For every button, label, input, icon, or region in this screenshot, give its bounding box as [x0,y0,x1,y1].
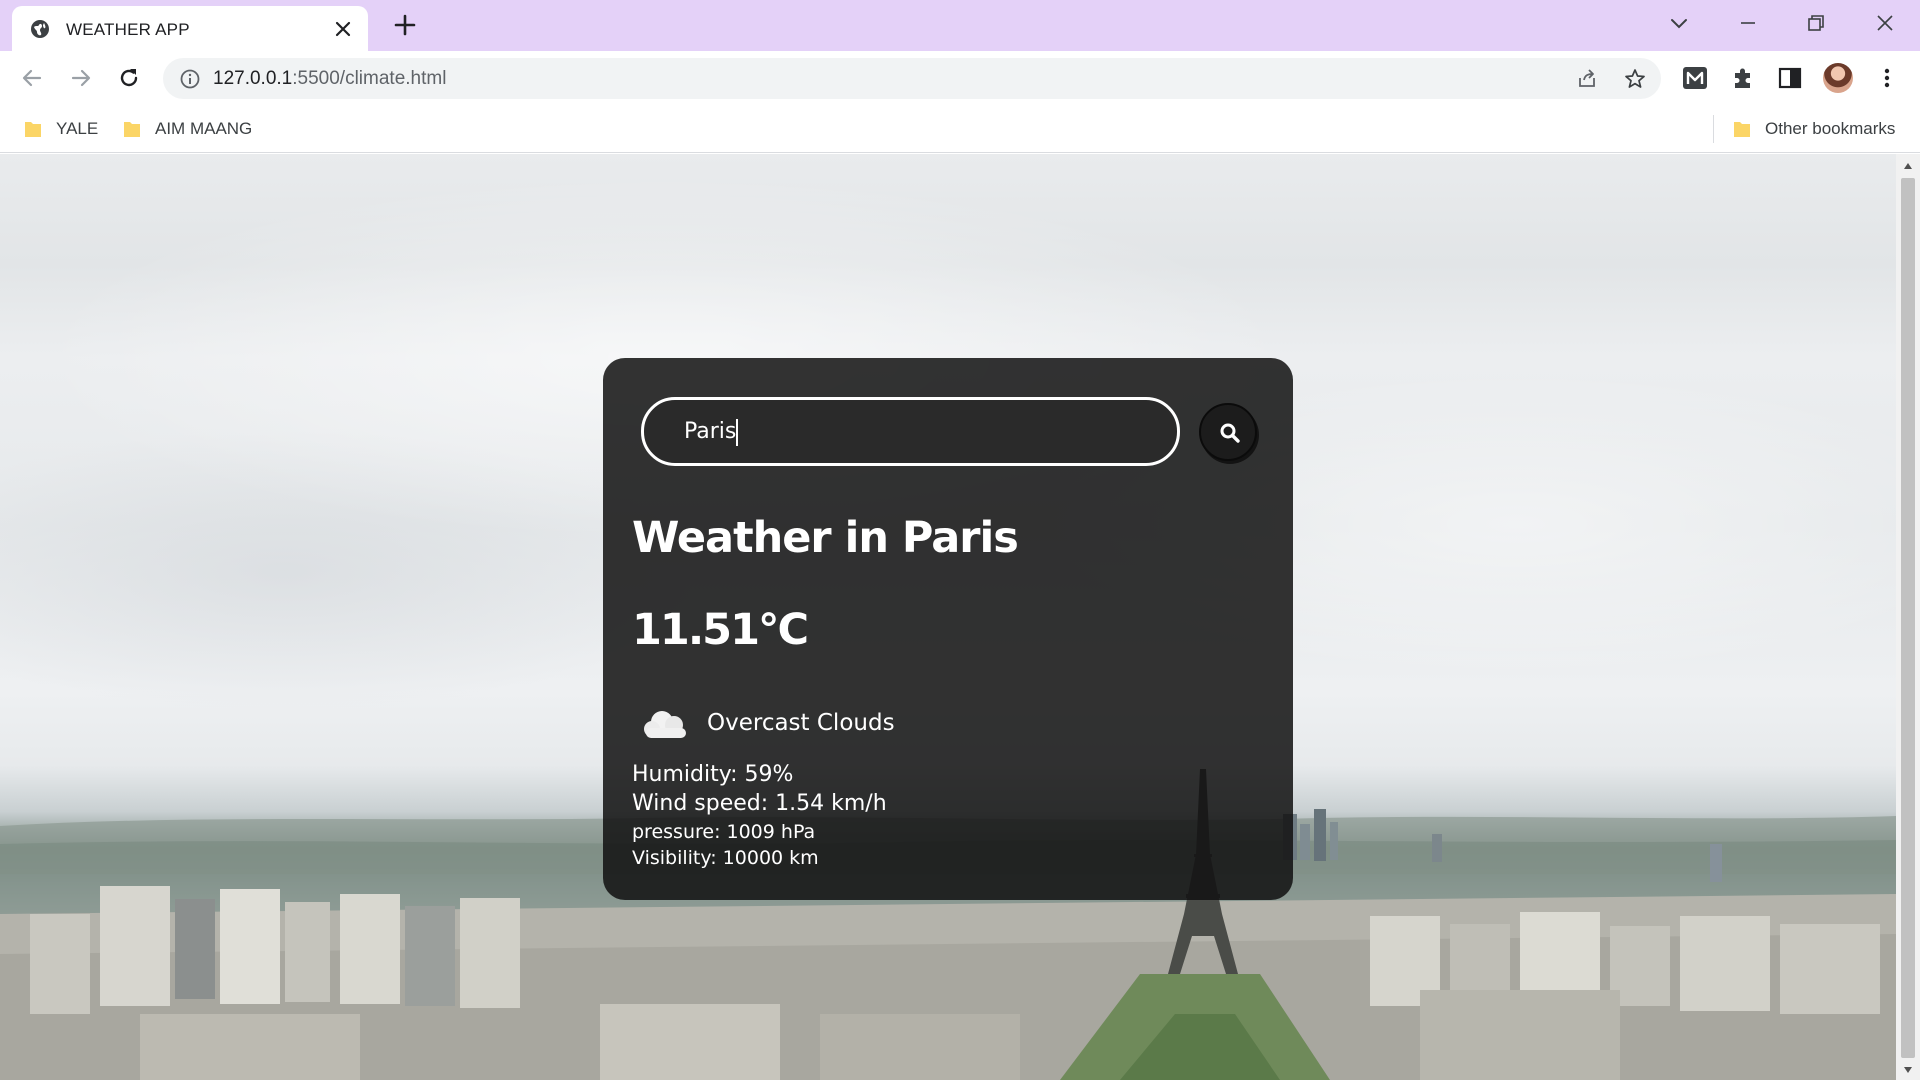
minimize-icon[interactable] [1735,10,1761,36]
browser-toolbar: 127.0.0.1:5500/climate.html [0,51,1920,105]
visibility-stat: Visibility: 10000 km [632,847,819,869]
text-caret [736,419,738,446]
cloud-icon [644,711,686,738]
weather-title: Weather in Paris [632,513,1019,563]
city-search-input[interactable] [641,397,1180,466]
wind-speed-stat: Wind speed: 1.54 km/h [632,791,887,816]
bookmark-label: AIM MAANG [155,119,253,138]
url-path: :5500/climate.html [292,68,447,89]
humidity-stat: Humidity: 59% [632,762,794,787]
scroll-down-arrow-icon[interactable] [1903,1066,1913,1074]
bookmark-yale[interactable]: YALE [24,117,98,141]
weather-condition: Overcast Clouds [707,710,895,736]
search-icon [1220,423,1240,443]
close-window-icon[interactable] [1872,10,1898,36]
scroll-up-arrow-icon[interactable] [1903,162,1913,170]
bookmark-other[interactable]: Other bookmarks [1733,117,1895,141]
tab-weather-app[interactable]: WEATHER APP [12,6,368,51]
folder-icon [25,122,41,137]
side-panel-icon[interactable] [1776,64,1804,92]
restore-icon[interactable] [1803,10,1829,36]
tab-title: WEATHER APP [66,20,190,39]
new-tab-plus-icon[interactable] [392,12,418,38]
search-button[interactable] [1199,403,1257,461]
weather-card: Weather in Paris 11.51°C Overcast Clouds… [603,358,1293,900]
bookmark-label: YALE [56,119,99,138]
share-icon[interactable] [1575,67,1599,91]
more-menu-icon[interactable] [1873,64,1901,92]
site-info-icon[interactable] [179,68,201,90]
url-text: 127.0.0.1:5500/climate.html [213,68,446,90]
back-arrow-icon[interactable] [18,64,46,92]
bookmark-aim-maang[interactable]: AIM MAANG [123,117,252,141]
pressure-stat: pressure: 1009 hPa [632,821,816,843]
profile-avatar[interactable] [1823,63,1853,93]
other-bookmarks-label: Other bookmarks [1765,119,1896,138]
bookmarks-bar: YALE AIM MAANG Other bookmarks [0,105,1920,153]
temperature-value: 11.51°C [632,605,809,655]
folder-icon [1734,122,1750,137]
bookmarks-divider [1713,115,1714,143]
page-viewport: Weather in Paris 11.51°C Overcast Clouds… [0,154,1896,1080]
tab-strip: WEATHER APP [0,0,1920,51]
tab-search-chevron-icon[interactable] [1666,10,1692,36]
extensions-puzzle-icon[interactable] [1729,64,1757,92]
close-tab-icon[interactable] [332,18,354,40]
page-scrollbar[interactable] [1896,154,1920,1080]
bookmark-star-icon[interactable] [1623,67,1647,91]
url-host: 127.0.0.1 [213,68,293,89]
address-bar[interactable]: 127.0.0.1:5500/climate.html [163,58,1661,99]
scrollbar-thumb[interactable] [1901,178,1915,1058]
folder-icon [124,122,140,137]
reload-icon[interactable] [115,64,143,92]
globe-icon [31,20,49,38]
forward-arrow-icon[interactable] [67,64,95,92]
m-extension-icon[interactable] [1681,64,1709,92]
